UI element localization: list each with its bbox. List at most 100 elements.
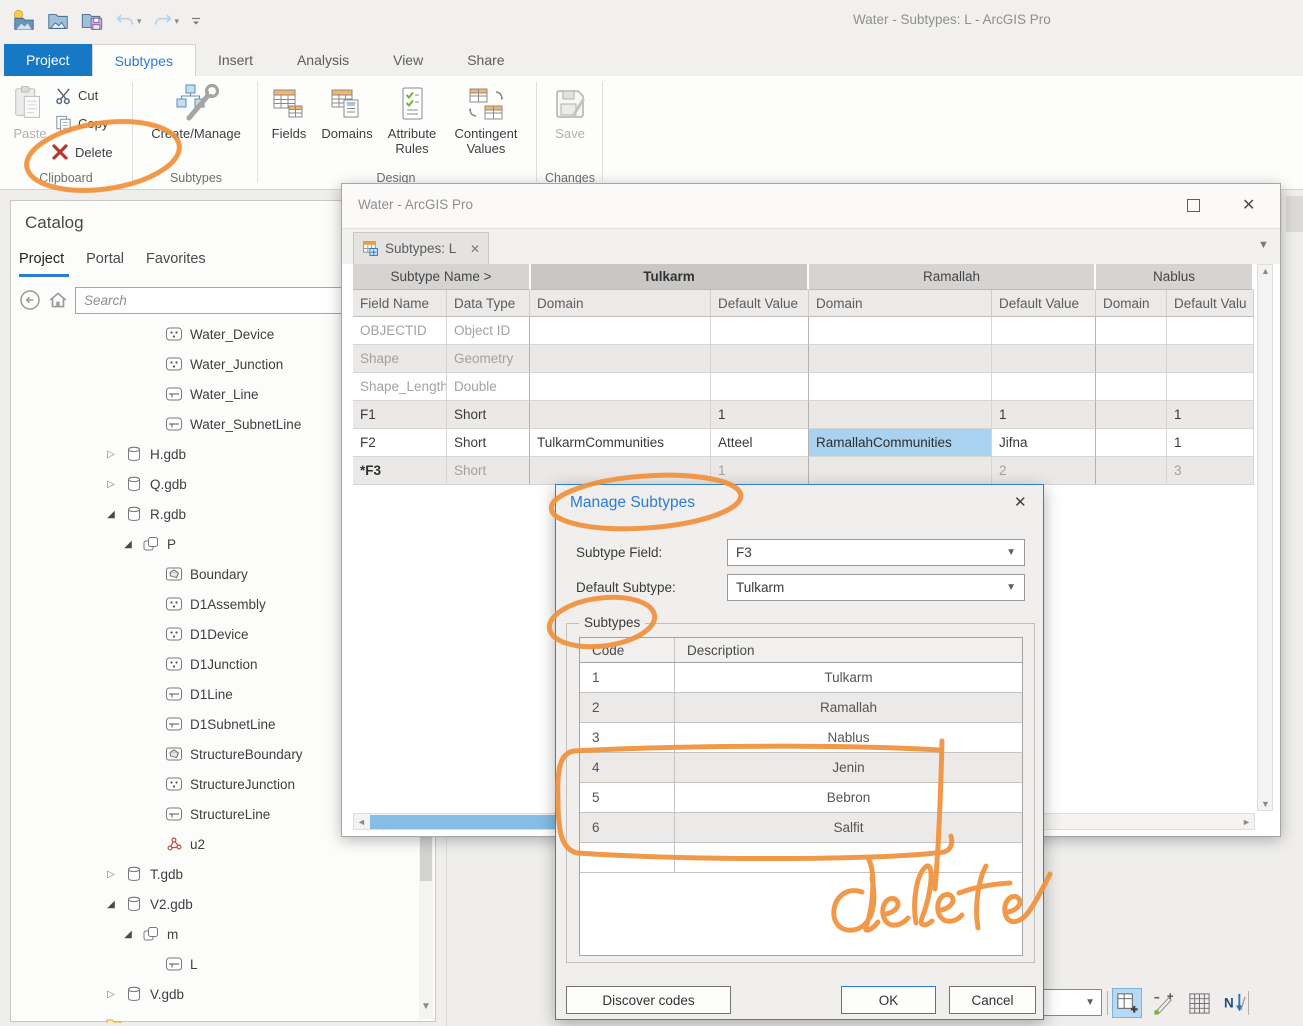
table-cell[interactable] (1167, 345, 1254, 373)
group-header[interactable]: Ramallah (809, 264, 1096, 290)
subtype-row-1[interactable]: 1 Tulkarm (580, 663, 1022, 693)
redo-button[interactable]: ▾ (150, 8, 182, 34)
code-header[interactable]: Code (580, 638, 675, 662)
table-cell[interactable] (1096, 401, 1167, 429)
save-project-button[interactable] (78, 7, 106, 35)
table-cell[interactable] (530, 373, 711, 401)
subtype-code[interactable]: 4 (580, 753, 675, 782)
subtype-code[interactable]: 6 (580, 813, 675, 842)
column-header[interactable]: Default Value (711, 290, 809, 317)
new-project-button[interactable] (10, 7, 38, 35)
ribbon-tab-analysis[interactable]: Analysis (275, 44, 371, 76)
subtype-row-4[interactable]: 4 Jenin (580, 753, 1022, 783)
table-cell[interactable]: Double (447, 373, 530, 401)
table-cell[interactable]: OBJECTID (353, 317, 447, 345)
scroll-up-icon[interactable]: ▲ (1258, 266, 1273, 276)
table-cell[interactable] (809, 457, 992, 485)
tab-list-caret-icon[interactable]: ▼ (1258, 239, 1269, 251)
scroll-right-icon[interactable]: ► (1239, 817, 1254, 827)
table-cell[interactable]: Object ID (447, 317, 530, 345)
table-cell[interactable]: 2 (992, 457, 1096, 485)
column-header[interactable]: Domain (1096, 290, 1167, 317)
discover-codes-button[interactable]: Discover codes (566, 986, 731, 1014)
table-cell[interactable]: 3 (1167, 457, 1254, 485)
tree-expander-icon[interactable]: ▷ (104, 869, 118, 880)
catalog-tab-favorites[interactable]: Favorites (146, 251, 206, 267)
catalog-item-v.gdb[interactable]: ▷ V.gdb (11, 979, 419, 1009)
ribbon-tab-share[interactable]: Share (445, 44, 526, 76)
table-cell[interactable] (1167, 317, 1254, 345)
subtype-code[interactable]: 3 (580, 723, 675, 752)
group-header[interactable]: Nablus (1096, 264, 1254, 290)
subtype-row-5[interactable]: 5 Bebron (580, 783, 1022, 813)
dialog-close-icon[interactable]: ✕ (1014, 493, 1027, 511)
cancel-button[interactable]: Cancel (949, 986, 1036, 1014)
subtype-row-6[interactable]: 6 Salfit (580, 813, 1022, 843)
customize-quick-access-button[interactable] (187, 12, 205, 30)
catalog-item-v2.gdb[interactable]: ◢ V2.gdb (11, 889, 419, 919)
tab-subtypes-l[interactable]: Subtypes: L ✕ (353, 232, 489, 264)
column-header[interactable]: Data Type (447, 290, 530, 317)
subtype-code[interactable]: 2 (580, 693, 675, 722)
table-cell[interactable]: Short (447, 429, 530, 457)
subtype-code[interactable]: 5 (580, 783, 675, 812)
table-cell[interactable]: Geometry (447, 345, 530, 373)
table-cell[interactable] (711, 317, 809, 345)
tree-expander-icon[interactable]: ◢ (121, 539, 135, 550)
dropdown-caret-icon[interactable]: ▾ (175, 16, 180, 27)
close-icon[interactable]: ✕ (1242, 195, 1255, 215)
subtype-code[interactable]: 1 (580, 663, 675, 692)
description-header[interactable]: Description (675, 643, 755, 658)
table-cell[interactable] (809, 401, 992, 429)
table-cell[interactable] (1096, 345, 1167, 373)
undo-button[interactable]: ▾ (112, 8, 144, 34)
tree-expander-icon[interactable]: ◢ (104, 509, 118, 520)
table-cell[interactable] (1167, 373, 1254, 401)
catalog-tab-project[interactable]: Project (19, 251, 64, 267)
vertical-scrollbar[interactable]: ▲ ▼ (1257, 264, 1273, 811)
table-cell[interactable]: 1 (1167, 401, 1254, 429)
group-header[interactable]: Tulkarm (531, 264, 809, 290)
dropdown-caret-icon[interactable]: ▾ (137, 16, 142, 27)
table-cell[interactable] (1096, 373, 1167, 401)
table-cell[interactable] (530, 457, 711, 485)
create-manage-button[interactable]: Create/Manage (140, 82, 252, 141)
table-cell[interactable]: 1 (1167, 429, 1254, 457)
contingent-values-button[interactable]: Contingent Values (448, 82, 524, 156)
table-cell[interactable]: 1 (992, 401, 1096, 429)
delete-button[interactable]: Delete (50, 142, 113, 162)
tab-close-icon[interactable]: ✕ (470, 242, 480, 256)
ribbon-tab-insert[interactable]: Insert (196, 44, 275, 76)
scroll-left-icon[interactable]: ◄ (354, 817, 369, 827)
default-subtype-combobox[interactable]: Tulkarm ▼ (727, 574, 1025, 601)
back-icon[interactable] (19, 289, 41, 311)
fields-button[interactable]: Fields (262, 82, 316, 141)
catalog-tab-portal[interactable]: Portal (86, 251, 124, 267)
domains-button[interactable]: Domains (318, 82, 376, 141)
combobox-caret-icon[interactable]: ▼ (1006, 582, 1016, 593)
paste-button[interactable]: Paste (8, 82, 52, 141)
ribbon-tab-view[interactable]: View (371, 44, 445, 76)
subtype-description[interactable]: Tulkarm (675, 663, 1022, 692)
tree-expander-icon[interactable]: ◢ (104, 899, 118, 910)
table-cell[interactable]: RamallahCommunities (809, 429, 992, 457)
ribbon-tab-subtypes[interactable]: Subtypes (91, 44, 196, 76)
table-cell[interactable]: *F3 (353, 457, 447, 485)
subtype-row-3[interactable]: 3 Nablus (580, 723, 1022, 753)
subtype-description[interactable]: Jenin (675, 753, 1022, 782)
ribbon-tab-project[interactable]: Project (4, 44, 92, 76)
table-cell[interactable]: 1 (711, 457, 809, 485)
subtype-description[interactable]: Salfit (675, 813, 1022, 842)
table-cell[interactable] (992, 345, 1096, 373)
horizontal-scrollbar-thumb[interactable] (370, 815, 572, 829)
table-cell[interactable]: Shape (353, 345, 447, 373)
home-icon[interactable] (47, 289, 69, 311)
ok-button[interactable]: OK (841, 986, 936, 1014)
catalog-item-t.gdb[interactable]: ▷ T.gdb (11, 859, 419, 889)
table-cell[interactable]: Atteel (711, 429, 809, 457)
table-cell[interactable]: F2 (353, 429, 447, 457)
cut-button[interactable]: Cut (54, 86, 98, 105)
table-cell[interactable] (992, 373, 1096, 401)
table-cell[interactable] (809, 373, 992, 401)
table-cell[interactable] (711, 373, 809, 401)
